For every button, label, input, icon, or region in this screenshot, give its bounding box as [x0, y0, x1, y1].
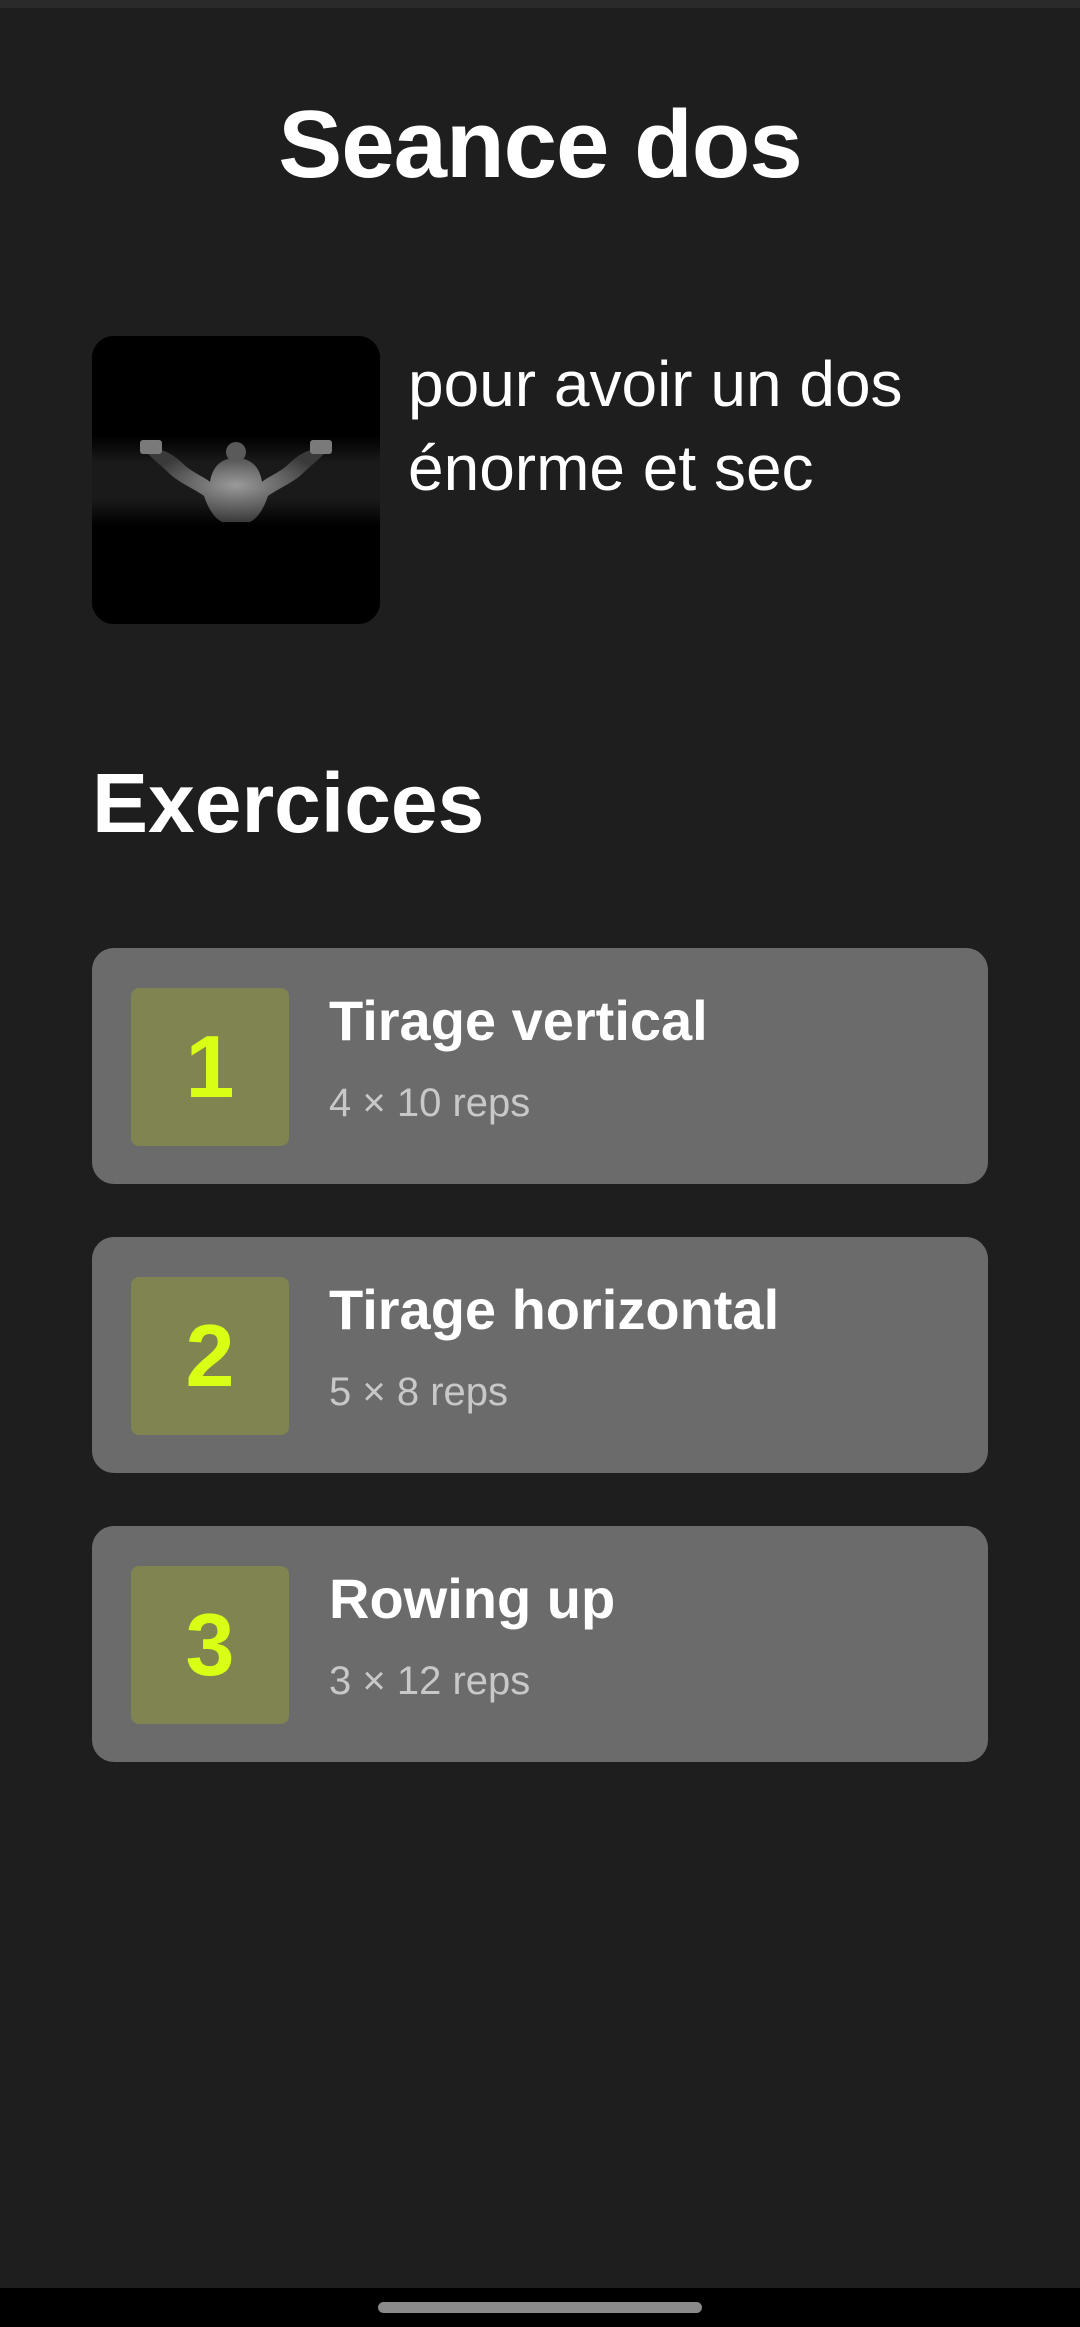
exercise-name: Tirage horizontal — [329, 1278, 780, 1341]
exercise-reps: 4 × 10 reps — [329, 1081, 531, 1125]
status-bar — [0, 0, 1080, 8]
exercises-heading: Exercices — [92, 756, 485, 850]
exercise-reps: 5 × 8 reps — [329, 1370, 509, 1414]
exercise-number-badge: 1 — [131, 988, 289, 1146]
exercise-reps: 3 × 12 reps — [329, 1659, 531, 1703]
exercise-card[interactable]: 2 Tirage horizontal 5 × 8 reps — [92, 1237, 988, 1473]
exercise-list: 1 Tirage vertical 4 × 10 reps 2 Tirage h… — [92, 948, 988, 1815]
home-indicator[interactable] — [378, 2302, 702, 2313]
exercise-number-badge: 3 — [131, 1566, 289, 1724]
workout-image — [92, 336, 380, 624]
workout-header: pour avoir un dos énorme et sec — [92, 336, 992, 624]
exercise-card[interactable]: 1 Tirage vertical 4 × 10 reps — [92, 948, 988, 1184]
exercise-number-badge: 2 — [131, 1277, 289, 1435]
back-workout-photo-icon — [92, 336, 380, 624]
exercise-name: Tirage vertical — [329, 989, 708, 1052]
system-navigation-bar — [0, 2288, 1080, 2327]
exercise-name: Rowing up — [329, 1567, 616, 1630]
exercise-card[interactable]: 3 Rowing up 3 × 12 reps — [92, 1526, 988, 1762]
workout-description: pour avoir un dos énorme et sec — [408, 348, 903, 504]
page-title: Seance dos — [278, 91, 803, 198]
